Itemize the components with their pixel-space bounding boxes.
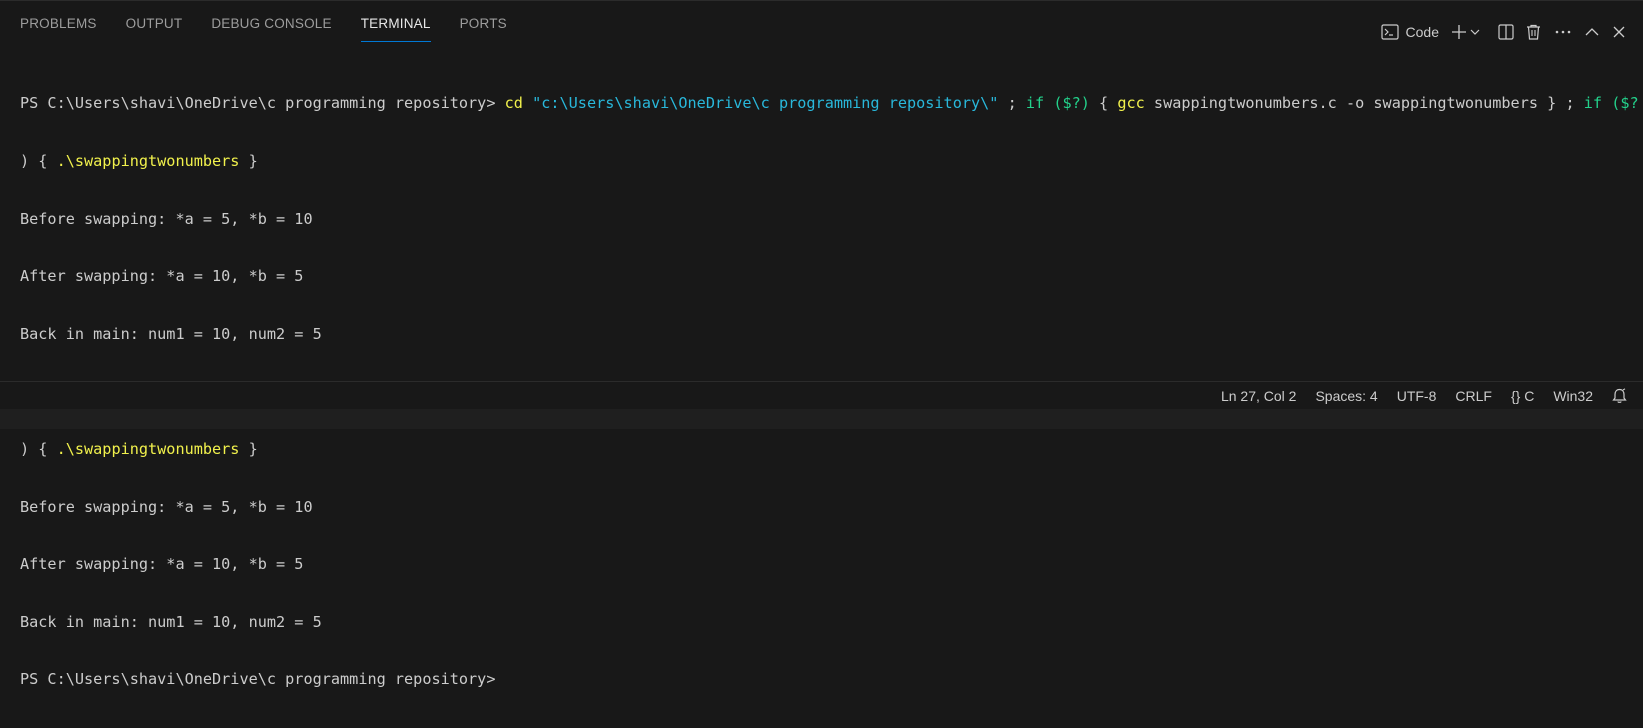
cmd-path: "c:\Users\shavi\OneDrive\c programming r… <box>532 94 999 113</box>
terminal-line: ) { .\swappingtwonumbers } <box>20 152 1580 171</box>
notifications-bell-icon[interactable] <box>1612 388 1627 404</box>
chevron-down-icon <box>1470 27 1480 37</box>
terminal-line: PS C:\Users\shavi\OneDrive\c programming… <box>20 670 1580 689</box>
maximize-panel-button[interactable] <box>1585 21 1599 43</box>
brace-open: { <box>1089 94 1118 113</box>
chevron-up-icon <box>1585 27 1599 37</box>
exe-call: .\swappingtwonumbers <box>56 152 240 170</box>
tab-debug-console[interactable]: DEBUG CONSOLE <box>211 15 331 42</box>
language-mode[interactable]: {} C <box>1511 387 1534 405</box>
terminal-line: ) { .\swappingtwonumbers } <box>20 440 1580 459</box>
terminal-profile-label: Code <box>1405 24 1439 40</box>
kill-terminal-button[interactable] <box>1526 21 1541 43</box>
gcc-source: swappingtwonumbers.c <box>1153 94 1337 113</box>
output-name: swappingtwonumbers <box>1373 94 1538 113</box>
brace-close: } <box>1538 94 1557 113</box>
prompt: PS C:\Users\shavi\OneDrive\c programming… <box>20 94 496 113</box>
separator: ; <box>1556 94 1584 113</box>
terminal-line: Back in main: num1 = 10, num2 = 5 <box>20 612 322 631</box>
panel-actions: Code <box>1380 21 1625 43</box>
tab-terminal[interactable]: TERMINAL <box>360 15 431 42</box>
terminal-line: Before swapping: *a = 5, *b = 10 <box>20 209 313 228</box>
terminal-dropdown-button[interactable] <box>1470 21 1480 43</box>
more-actions-button[interactable] <box>1555 21 1571 43</box>
plus-icon <box>1451 24 1467 40</box>
terminal-line: PS C:\Users\shavi\OneDrive\c programming… <box>20 94 1639 113</box>
more-icon <box>1555 30 1571 34</box>
split-icon <box>1498 24 1514 40</box>
new-terminal-button[interactable] <box>1451 21 1467 43</box>
terminal-profile-button[interactable]: Code <box>1380 21 1439 43</box>
wrap-start: ) { <box>20 439 57 458</box>
encoding[interactable]: UTF-8 <box>1397 387 1437 405</box>
wrap-end: } <box>239 439 258 458</box>
keyword-if: if <box>1025 94 1045 113</box>
status-items: Ln 27, Col 2 Spaces: 4 UTF-8 CRLF {} C W… <box>1202 387 1627 405</box>
close-panel-button[interactable] <box>1613 21 1625 43</box>
tab-ports[interactable]: PORTS <box>460 15 507 42</box>
end-of-line[interactable]: CRLF <box>1455 387 1492 405</box>
flag-o: -o <box>1345 94 1365 113</box>
tab-problems[interactable]: PROBLEMS <box>20 15 97 42</box>
terminal-line: After swapping: *a = 10, *b = 5 <box>20 555 304 574</box>
terminal-line: Before swapping: *a = 5, *b = 10 <box>20 497 313 516</box>
condition: ($?) <box>1053 94 1090 113</box>
cursor-position[interactable]: Ln 27, Col 2 <box>1221 387 1297 405</box>
separator: ; <box>998 94 1026 113</box>
terminal-line: After swapping: *a = 10, *b = 5 <box>20 267 304 286</box>
terminal-icon <box>1380 24 1399 40</box>
keyword-if: if <box>1583 94 1603 113</box>
status-bar: Ln 27, Col 2 Spaces: 4 UTF-8 CRLF {} C W… <box>0 381 1643 410</box>
wrap-end: } <box>239 152 258 170</box>
panel-tabs: PROBLEMS OUTPUT DEBUG CONSOLE TERMINAL P… <box>20 15 536 42</box>
exe-call: .\swappingtwonumbers <box>56 439 240 458</box>
condition-tail: ($? <box>1611 94 1639 113</box>
platform[interactable]: Win32 <box>1553 387 1593 405</box>
tab-output[interactable]: OUTPUT <box>126 15 183 42</box>
trash-icon <box>1526 24 1541 40</box>
split-terminal-button[interactable] <box>1498 21 1514 43</box>
prompt: PS C:\Users\shavi\OneDrive\c programming… <box>20 670 496 689</box>
cmd-gcc: gcc <box>1117 94 1145 113</box>
wrap-start: ) { <box>20 152 57 170</box>
cmd-cd: cd <box>504 94 523 113</box>
indentation[interactable]: Spaces: 4 <box>1315 387 1377 405</box>
bottom-strip <box>0 409 1643 429</box>
terminal-line: Back in main: num1 = 10, num2 = 5 <box>20 324 322 343</box>
close-icon <box>1613 26 1625 38</box>
terminal-panel: PROBLEMS OUTPUT DEBUG CONSOLE TERMINAL P… <box>0 0 1643 688</box>
